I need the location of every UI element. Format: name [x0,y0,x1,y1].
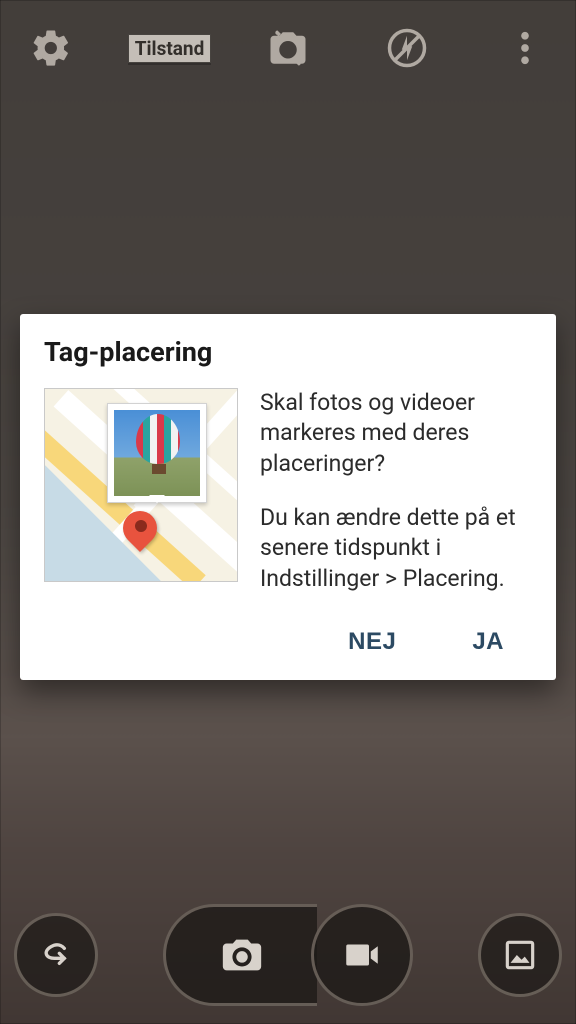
dialog-question: Skal fotos og videoer markeres med deres… [260,388,532,479]
location-illustration [44,388,238,582]
back-button[interactable] [14,913,98,997]
camera-bottom-bar [0,894,576,1024]
video-icon [341,934,383,976]
overflow-menu-button[interactable] [496,19,554,77]
mode-chip-label: Tilstand [128,34,212,63]
flash-off-icon [386,27,428,69]
mode-button[interactable]: Tilstand [141,19,199,77]
dialog-message: Skal fotos og videoer markeres med deres… [260,388,532,594]
dialog-hint: Du kan ændre dette på et senere tidspunk… [260,503,532,594]
camera-icon [219,932,265,978]
location-tag-dialog: Tag-placering Skal fotos og videoer mark… [20,314,556,680]
switch-camera-button[interactable] [259,19,317,77]
gear-icon [30,27,72,69]
no-button[interactable]: NEJ [340,622,404,662]
more-vert-icon [504,27,546,69]
camera-top-toolbar: Tilstand [0,0,576,96]
capture-controls [163,904,413,1006]
sample-photo-icon [107,403,207,503]
map-pin-icon [123,511,163,551]
flash-button[interactable] [378,19,436,77]
gallery-icon [501,936,539,974]
settings-button[interactable] [22,19,80,77]
switch-camera-icon [267,27,309,69]
dialog-actions: NEJ JA [44,614,532,670]
gallery-button[interactable] [478,913,562,997]
yes-button[interactable]: JA [464,622,512,662]
dialog-title: Tag-placering [44,336,532,368]
video-record-button[interactable] [311,904,413,1006]
back-icon [36,935,76,975]
shutter-button[interactable] [163,904,317,1006]
